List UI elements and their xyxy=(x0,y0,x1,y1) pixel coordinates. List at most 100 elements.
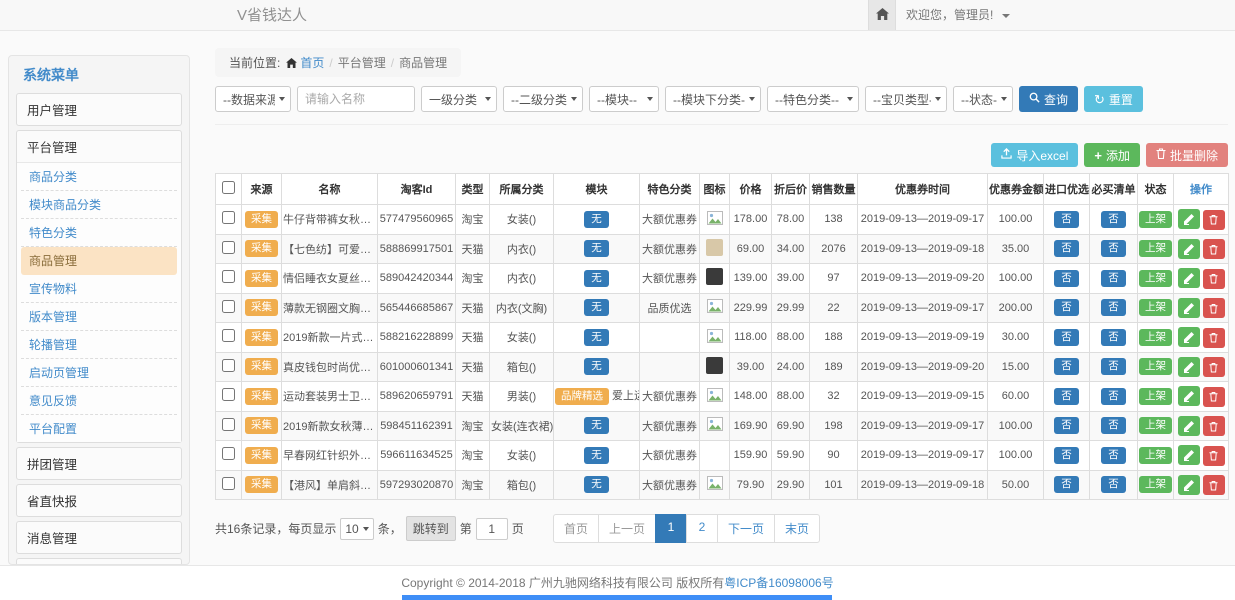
delete-button[interactable] xyxy=(1203,416,1225,436)
pager-item-5[interactable]: 末页 xyxy=(774,514,820,543)
navbar-home-button[interactable] xyxy=(868,0,896,30)
select-all-checkbox[interactable] xyxy=(222,181,235,194)
must-buy-badge[interactable]: 否 xyxy=(1101,417,1126,434)
edit-button[interactable] xyxy=(1178,327,1200,347)
edit-button[interactable] xyxy=(1178,209,1200,229)
breadcrumb-home-link[interactable]: 首页 xyxy=(300,56,324,70)
product-thumbnail[interactable] xyxy=(706,239,723,256)
import-select-badge[interactable]: 否 xyxy=(1054,447,1079,464)
delete-button[interactable] xyxy=(1203,210,1225,230)
delete-button[interactable] xyxy=(1203,269,1225,289)
filter-select-0[interactable]: 一级分类 xyxy=(421,86,497,112)
sidebar-item-5[interactable]: 版本管理 xyxy=(21,303,177,331)
delete-button[interactable] xyxy=(1203,357,1225,377)
status-badge[interactable]: 上架 xyxy=(1139,299,1172,316)
pager-item-1[interactable]: 上一页 xyxy=(598,514,656,543)
status-badge[interactable]: 上架 xyxy=(1139,240,1172,257)
search-button[interactable]: 查询 xyxy=(1019,86,1078,112)
edit-button[interactable] xyxy=(1178,268,1200,288)
pager-item-2[interactable]: 1 xyxy=(655,514,687,543)
sidebar-item-7[interactable]: 启动页管理 xyxy=(21,359,177,387)
must-buy-badge[interactable]: 否 xyxy=(1101,447,1126,464)
jump-button[interactable]: 跳转到 xyxy=(406,516,456,541)
pager-item-3[interactable]: 2 xyxy=(686,514,718,543)
status-badge[interactable]: 上架 xyxy=(1139,447,1172,464)
row-checkbox[interactable] xyxy=(222,359,235,372)
sidebar-group-label[interactable]: 拼团管理 xyxy=(17,448,181,479)
product-thumbnail[interactable] xyxy=(707,388,723,405)
row-checkbox[interactable] xyxy=(222,388,235,401)
sidebar-item-3[interactable]: 商品管理 xyxy=(21,247,177,275)
filter-select-3[interactable]: --模块下分类-- xyxy=(665,86,761,112)
status-badge[interactable]: 上架 xyxy=(1139,476,1172,493)
row-checkbox[interactable] xyxy=(222,477,235,490)
sidebar-item-2[interactable]: 特色分类 xyxy=(21,219,177,247)
sidebar-group-label[interactable]: 用户管理 xyxy=(17,94,181,125)
status-badge[interactable]: 上架 xyxy=(1139,329,1172,346)
product-thumbnail[interactable] xyxy=(706,357,723,374)
must-buy-badge[interactable]: 否 xyxy=(1101,358,1126,375)
sidebar-item-8[interactable]: 意见反馈 xyxy=(21,387,177,415)
sidebar-group-label[interactable]: 省直快报 xyxy=(17,485,181,516)
status-badge[interactable]: 上架 xyxy=(1139,211,1172,228)
edit-button[interactable] xyxy=(1178,386,1200,406)
filter-select-2[interactable]: --模块-- xyxy=(589,86,659,112)
status-badge[interactable]: 上架 xyxy=(1139,417,1172,434)
row-checkbox[interactable] xyxy=(222,211,235,224)
edit-button[interactable] xyxy=(1178,445,1200,465)
must-buy-badge[interactable]: 否 xyxy=(1101,270,1126,287)
import-select-badge[interactable]: 否 xyxy=(1054,329,1079,346)
must-buy-badge[interactable]: 否 xyxy=(1101,211,1126,228)
edit-button[interactable] xyxy=(1178,357,1200,377)
product-thumbnail[interactable] xyxy=(707,211,723,228)
must-buy-badge[interactable]: 否 xyxy=(1101,476,1126,493)
sidebar-item-1[interactable]: 模块商品分类 xyxy=(21,191,177,219)
status-badge[interactable]: 上架 xyxy=(1139,358,1172,375)
sidebar-item-4[interactable]: 宣传物料 xyxy=(21,275,177,303)
jump-page-input[interactable] xyxy=(476,518,508,540)
filter-select-1[interactable]: --二级分类-- xyxy=(503,86,583,112)
status-badge[interactable]: 上架 xyxy=(1139,270,1172,287)
delete-button[interactable] xyxy=(1203,298,1225,318)
import-select-badge[interactable]: 否 xyxy=(1054,417,1079,434)
row-checkbox[interactable] xyxy=(222,447,235,460)
sidebar-item-6[interactable]: 轮播管理 xyxy=(21,331,177,359)
product-thumbnail[interactable] xyxy=(707,417,723,434)
reset-button[interactable]: ↻ 重置 xyxy=(1084,86,1143,112)
must-buy-badge[interactable]: 否 xyxy=(1101,240,1126,257)
name-search-input[interactable] xyxy=(297,86,415,112)
delete-button[interactable] xyxy=(1203,239,1225,259)
delete-button[interactable] xyxy=(1203,446,1225,466)
must-buy-badge[interactable]: 否 xyxy=(1101,329,1126,346)
sidebar-group-label[interactable]: 平台管理 xyxy=(17,131,181,162)
sidebar-group-label[interactable]: 消息管理 xyxy=(17,522,181,553)
icp-link[interactable]: 粤ICP备16098006号 xyxy=(724,576,833,590)
delete-button[interactable] xyxy=(1203,475,1225,495)
delete-button[interactable] xyxy=(1203,387,1225,407)
user-menu[interactable]: 欢迎您，管理员! xyxy=(906,0,1010,31)
batch-delete-button[interactable]: 批量删除 xyxy=(1146,143,1228,167)
must-buy-badge[interactable]: 否 xyxy=(1101,299,1126,316)
must-buy-badge[interactable]: 否 xyxy=(1101,388,1126,405)
import-select-badge[interactable]: 否 xyxy=(1054,299,1079,316)
edit-button[interactable] xyxy=(1178,475,1200,495)
product-thumbnail[interactable] xyxy=(707,476,723,493)
import-excel-button[interactable]: 导入excel xyxy=(991,143,1078,167)
filter-select-5[interactable]: --宝贝类型-- xyxy=(865,86,947,112)
import-select-badge[interactable]: 否 xyxy=(1054,476,1079,493)
sidebar-item-9[interactable]: 平台配置 xyxy=(21,415,177,442)
product-thumbnail[interactable] xyxy=(707,329,723,346)
import-select-badge[interactable]: 否 xyxy=(1054,270,1079,287)
row-checkbox[interactable] xyxy=(222,241,235,254)
edit-button[interactable] xyxy=(1178,239,1200,259)
row-checkbox[interactable] xyxy=(222,418,235,431)
import-select-badge[interactable]: 否 xyxy=(1054,211,1079,228)
row-checkbox[interactable] xyxy=(222,270,235,283)
page-size-select[interactable]: 10 xyxy=(340,518,373,540)
add-button[interactable]: + 添加 xyxy=(1084,143,1140,167)
row-checkbox[interactable] xyxy=(222,329,235,342)
edit-button[interactable] xyxy=(1178,298,1200,318)
import-select-badge[interactable]: 否 xyxy=(1054,240,1079,257)
import-select-badge[interactable]: 否 xyxy=(1054,358,1079,375)
product-thumbnail[interactable] xyxy=(707,299,723,316)
